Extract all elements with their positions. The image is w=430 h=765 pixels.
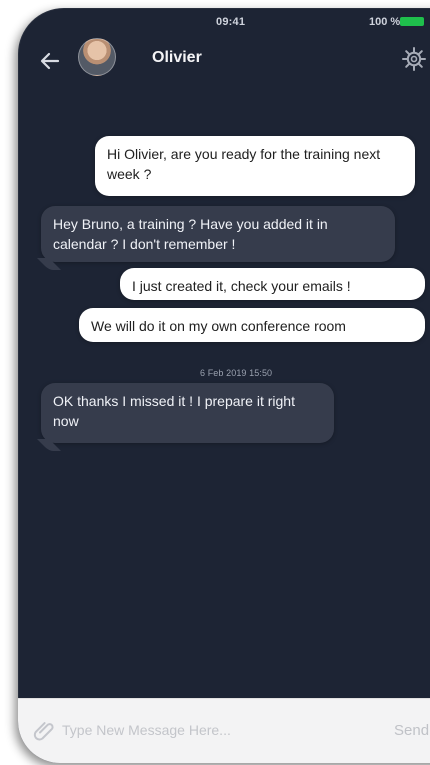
incoming-message: OK thanks I missed it ! I prepare it rig…: [41, 383, 334, 443]
message-text: We will do it on my own conference room: [91, 318, 346, 334]
message-text: OK thanks I missed it ! I prepare it rig…: [53, 393, 295, 429]
message-list: Hi Olivier, are you ready for the traini…: [18, 88, 430, 698]
status-bar: 09:41 100 %: [18, 8, 430, 32]
left-arrow-icon[interactable]: [38, 49, 62, 73]
gear-icon[interactable]: [400, 45, 428, 73]
status-time: 09:41: [216, 16, 246, 28]
paperclip-icon[interactable]: [32, 719, 56, 743]
message-composer: Send: [18, 698, 430, 763]
message-input[interactable]: [62, 715, 372, 745]
message-text: I just created it, check your emails !: [132, 278, 351, 294]
outgoing-message: We will do it on my own conference room: [79, 308, 425, 342]
battery-icon: [400, 17, 424, 26]
battery-percentage: 100 %: [369, 16, 401, 28]
chat-screen: 09:41 100 % Olivier Hi Olivier, are you …: [18, 8, 430, 763]
send-button[interactable]: Send: [394, 715, 429, 745]
outgoing-message: I just created it, check your emails !: [120, 268, 425, 300]
conversation-header: Olivier: [18, 32, 430, 88]
chat-screenshot: 09:41 100 % Olivier Hi Olivier, are you …: [0, 0, 430, 765]
contact-name[interactable]: Olivier: [152, 49, 202, 67]
message-text: Hey Bruno, a training ? Have you added i…: [53, 216, 328, 252]
contact-avatar[interactable]: [78, 38, 116, 76]
message-timestamp: 6 Feb 2019 15:50: [200, 368, 273, 378]
incoming-message: Hey Bruno, a training ? Have you added i…: [41, 206, 395, 262]
outgoing-message: Hi Olivier, are you ready for the traini…: [95, 136, 415, 196]
message-text: Hi Olivier, are you ready for the traini…: [107, 146, 381, 182]
